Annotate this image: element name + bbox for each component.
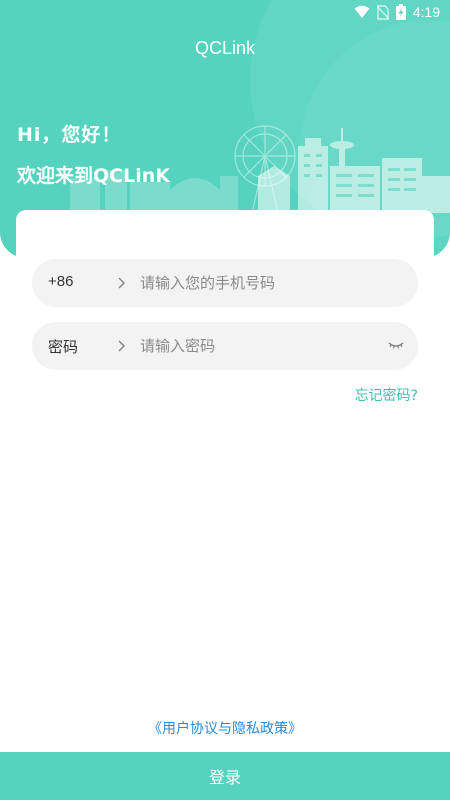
wifi-icon [354,5,370,18]
status-icons: 4:19 [354,4,440,20]
greeting-text: Hi，您好！ [17,124,122,146]
app-title: QCLink [194,38,256,58]
password-input[interactable] [140,334,390,358]
phone-input[interactable] [140,271,390,295]
status-bar: 4:19 [0,0,450,26]
battery-charging-icon [395,4,406,20]
country-code[interactable]: +86 [48,273,73,290]
phone-field[interactable]: +86 [32,259,418,307]
login-button[interactable]: 登录 [0,752,450,800]
password-field[interactable]: 密码 [32,322,418,370]
password-label: 密码 [48,339,79,356]
status-time: 4:19 [412,4,440,20]
no-sim-icon [376,4,389,20]
chevron-right-icon [118,340,126,352]
eye-closed-icon[interactable] [388,338,404,352]
chevron-right-icon [118,277,126,289]
login-screen: 4:19 QCLink Hi，您好！ 欢迎来到QCLinK +86 请输入您的手… [0,0,450,800]
forgot-password-link[interactable]: 忘记密码? [355,385,418,405]
welcome-text: 欢迎来到QCLinK [17,165,170,187]
user-agreement-link[interactable]: 《用户协议与隐私政策》 [0,718,450,738]
